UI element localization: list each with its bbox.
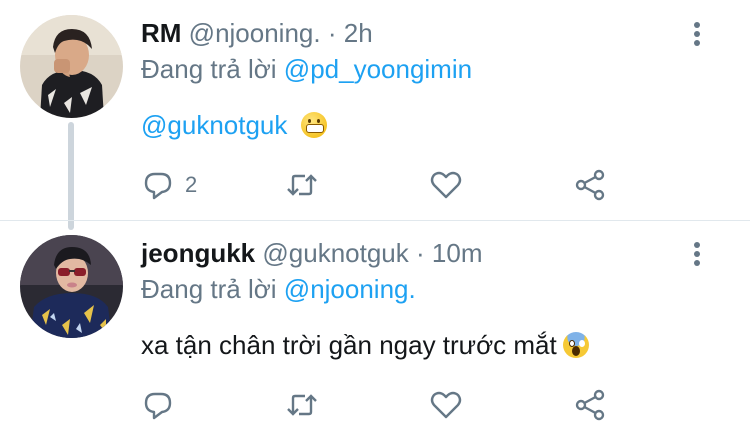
grinning-face-emoji-icon bbox=[300, 112, 327, 138]
author-name[interactable]: jeongukk bbox=[141, 238, 255, 268]
author-handle[interactable]: @guknotguk bbox=[262, 238, 408, 268]
author-handle[interactable]: @njooning. bbox=[189, 18, 321, 48]
reply-button[interactable] bbox=[141, 388, 185, 422]
reply-button[interactable]: 2 bbox=[141, 168, 197, 202]
separator-dot: · bbox=[416, 238, 425, 268]
avatar-jeongukk[interactable] bbox=[20, 235, 123, 338]
avatar-rm[interactable] bbox=[20, 15, 123, 118]
tweet-actions: 2 bbox=[141, 168, 621, 202]
replying-to-line: Đang trả lời @pd_yoongimin bbox=[141, 54, 472, 84]
like-button[interactable] bbox=[429, 388, 463, 422]
heart-icon bbox=[430, 391, 462, 419]
retweet-icon bbox=[287, 174, 317, 196]
tweet-header: jeongukk @guknotguk · 10m bbox=[141, 238, 482, 268]
retweet-button[interactable] bbox=[285, 388, 319, 422]
replying-to-mention[interactable]: @pd_yoongimin bbox=[284, 54, 472, 84]
thread-line bbox=[68, 122, 74, 230]
tweet-text: xa tận chân trời gần ngay trước mắt bbox=[141, 330, 589, 360]
reply-icon bbox=[144, 392, 172, 420]
share-button[interactable] bbox=[573, 388, 607, 422]
tweet-text: @guknotguk bbox=[141, 110, 327, 140]
replying-to-label: Đang trả lời bbox=[141, 274, 277, 304]
share-icon bbox=[575, 389, 605, 421]
tweet-actions bbox=[141, 388, 621, 422]
more-options-icon[interactable] bbox=[690, 20, 704, 48]
retweet-button[interactable] bbox=[285, 168, 319, 202]
share-button[interactable] bbox=[573, 168, 607, 202]
reply-icon bbox=[144, 172, 172, 200]
body-text: xa tận chân trời gần ngay trước mắt bbox=[141, 330, 557, 360]
reply-count: 2 bbox=[185, 172, 198, 197]
avatar-rm-image bbox=[20, 15, 123, 118]
like-button[interactable] bbox=[429, 168, 463, 202]
timestamp[interactable]: 10m bbox=[432, 238, 483, 268]
retweet-icon bbox=[287, 394, 317, 416]
replying-to-label: Đang trả lời bbox=[141, 54, 277, 84]
more-options-icon[interactable] bbox=[690, 240, 704, 268]
heart-icon bbox=[430, 171, 462, 199]
share-icon bbox=[575, 169, 605, 201]
screaming-face-emoji-icon bbox=[562, 332, 589, 358]
timestamp[interactable]: 2h bbox=[344, 18, 373, 48]
body-mention[interactable]: @guknotguk bbox=[141, 110, 287, 140]
tweet-header: RM @njooning. · 2h bbox=[141, 18, 373, 48]
avatar-jeongukk-image bbox=[20, 235, 123, 338]
replying-to-line: Đang trả lời @njooning. bbox=[141, 274, 416, 304]
author-name[interactable]: RM bbox=[141, 18, 181, 48]
tweet-divider bbox=[0, 220, 750, 221]
replying-to-mention[interactable]: @njooning. bbox=[284, 274, 416, 304]
separator-dot: · bbox=[327, 18, 337, 48]
